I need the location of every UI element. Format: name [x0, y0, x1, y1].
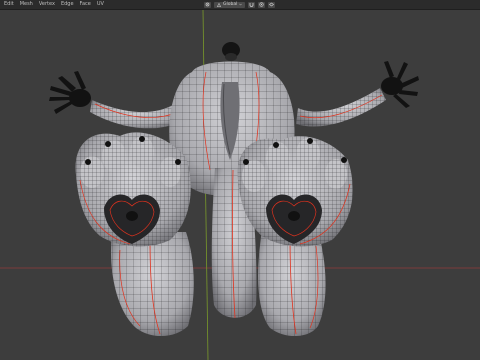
right-leg-mesh	[258, 230, 326, 337]
menu-uv[interactable]: UV	[97, 0, 104, 9]
3d-viewport[interactable]	[0, 10, 480, 360]
menu-edge[interactable]: Edge	[61, 0, 74, 9]
orientation-icon	[217, 2, 221, 7]
overlay-button[interactable]	[268, 1, 276, 8]
transform-orientation-label: Global	[223, 1, 238, 7]
proportional-editing-icon	[259, 2, 264, 7]
transform-orientation-dropdown[interactable]: Global	[214, 1, 246, 8]
chevron-down-icon	[239, 3, 243, 6]
header-menu: Edit Mesh Vertex Edge Face UV	[0, 0, 104, 9]
snap-button[interactable]	[248, 1, 256, 8]
menu-edit[interactable]: Edit	[4, 0, 14, 9]
viewport-canvas[interactable]	[0, 10, 480, 360]
proportional-editing-button[interactable]	[258, 1, 266, 8]
menu-vertex[interactable]: Vertex	[39, 0, 55, 9]
viewport-header: Edit Mesh Vertex Edge Face UV Global	[0, 0, 480, 10]
snap-magnet-icon	[249, 3, 254, 7]
menu-mesh[interactable]: Mesh	[20, 0, 33, 9]
menu-face[interactable]: Face	[80, 0, 91, 9]
pivot-button[interactable]	[204, 1, 211, 8]
header-tools: Global	[204, 1, 276, 8]
blender-editor: Edit Mesh Vertex Edge Face UV Global	[0, 0, 480, 360]
pivot-icon	[205, 2, 210, 7]
overlay-icon	[269, 2, 275, 7]
